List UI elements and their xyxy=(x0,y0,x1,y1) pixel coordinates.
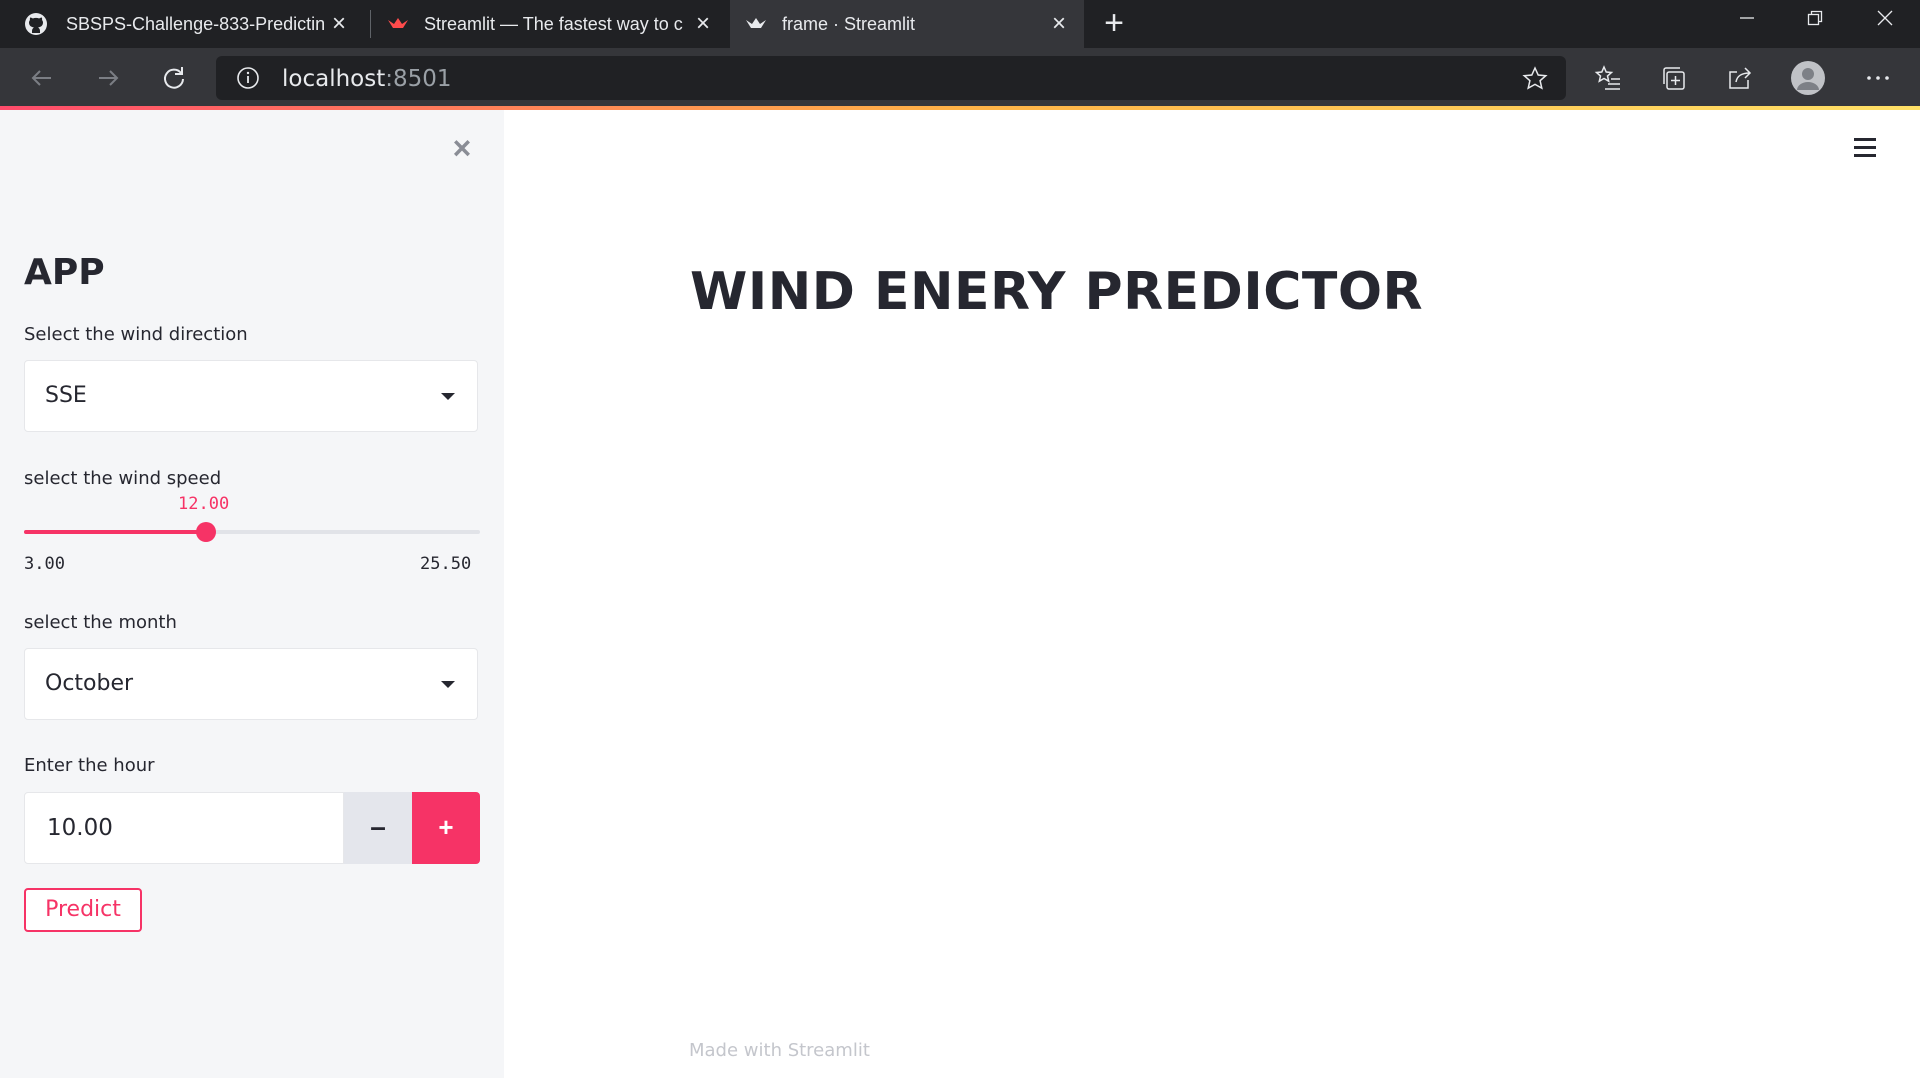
hamburger-menu-icon[interactable] xyxy=(1854,138,1878,162)
info-icon[interactable] xyxy=(236,66,260,90)
wind-speed-value: 12.00 xyxy=(178,494,230,514)
page-title: WIND ENERY PREDICTOR xyxy=(690,262,1424,322)
slider-thumb[interactable] xyxy=(196,522,217,542)
slider-min-label: 3.00 xyxy=(24,554,65,574)
tab-title: SBSPS-Challenge-833-Predicting xyxy=(66,13,324,34)
tab-title: Streamlit — The fastest way to c xyxy=(424,13,683,34)
new-tab-button[interactable]: + xyxy=(1096,6,1132,42)
url-host: localhost xyxy=(282,66,386,92)
favorites-icon xyxy=(1594,65,1620,90)
month-label: select the month xyxy=(24,612,177,633)
sidebar: × APP Select the wind direction SSE sele… xyxy=(0,110,504,1078)
slider-max-label: 25.50 xyxy=(420,554,472,574)
url-port: :8501 xyxy=(385,66,452,92)
wind-direction-label: Select the wind direction xyxy=(24,324,248,345)
sidebar-title: APP xyxy=(24,252,105,293)
slider-fill xyxy=(24,530,207,534)
more-horizontal-icon xyxy=(1867,76,1889,80)
star-icon[interactable] xyxy=(1522,66,1548,92)
arrow-left-icon xyxy=(31,70,51,86)
tab-frame-streamlit[interactable]: frame · Streamlit × xyxy=(730,0,1084,48)
back-button[interactable] xyxy=(22,58,62,98)
tab-separator xyxy=(370,10,371,38)
close-icon[interactable]: × xyxy=(1048,12,1070,36)
hour-value: 10.00 xyxy=(47,815,113,841)
streamlit-icon xyxy=(746,18,766,28)
wind-speed-label: select the wind speed xyxy=(24,468,222,489)
close-icon[interactable]: × xyxy=(328,12,350,36)
tab-streamlit[interactable]: Streamlit — The fastest way to c × xyxy=(372,0,728,48)
month-select[interactable]: October xyxy=(24,648,478,720)
restore-icon xyxy=(1807,10,1823,26)
hour-input-field[interactable]: 10.00 xyxy=(24,792,344,864)
more-options-button[interactable] xyxy=(1858,58,1898,98)
reload-icon xyxy=(164,67,184,89)
month-value: October xyxy=(45,671,134,696)
reload-button[interactable] xyxy=(154,58,194,98)
address-bar[interactable]: localhost:8501 xyxy=(216,56,1566,100)
decrement-button[interactable]: – xyxy=(344,792,412,864)
restore-button[interactable] xyxy=(1782,0,1848,36)
tab-github[interactable]: SBSPS-Challenge-833-Predicting × xyxy=(0,0,364,48)
minimize-button[interactable] xyxy=(1714,0,1780,36)
streamlit-icon xyxy=(388,18,408,28)
github-icon xyxy=(25,13,47,35)
wind-direction-select[interactable]: SSE xyxy=(24,360,478,432)
close-icon xyxy=(1877,10,1893,26)
browser-nav-bar: localhost:8501 xyxy=(0,48,1920,106)
collections-icon xyxy=(1663,67,1685,90)
predict-button[interactable]: Predict xyxy=(24,888,142,932)
tab-title: frame · Streamlit xyxy=(782,13,916,34)
browser-tab-bar: SBSPS-Challenge-833-Predicting × Streaml… xyxy=(0,0,1920,48)
share-button[interactable] xyxy=(1720,58,1760,98)
minimize-icon xyxy=(1740,17,1754,19)
wind-direction-value: SSE xyxy=(45,383,87,408)
profile-button[interactable] xyxy=(1788,58,1828,98)
url-text: localhost:8501 xyxy=(282,66,452,92)
increment-button[interactable]: + xyxy=(412,792,480,864)
close-window-button[interactable] xyxy=(1852,0,1918,36)
hour-label: Enter the hour xyxy=(24,755,155,776)
forward-button[interactable] xyxy=(88,58,128,98)
close-icon[interactable]: × xyxy=(692,12,714,36)
caret-down-icon xyxy=(441,393,455,400)
wind-speed-slider[interactable] xyxy=(24,522,480,542)
hour-number-input: 10.00 – + xyxy=(24,792,480,864)
footer-made-with-streamlit[interactable]: Made with Streamlit xyxy=(689,1040,870,1061)
collections-button[interactable] xyxy=(1654,58,1694,98)
share-icon xyxy=(1729,67,1752,89)
favorites-button[interactable] xyxy=(1588,58,1628,98)
avatar-icon xyxy=(1791,61,1825,95)
caret-down-icon xyxy=(441,681,455,688)
close-sidebar-icon[interactable]: × xyxy=(448,132,476,164)
arrow-right-icon xyxy=(99,70,119,86)
